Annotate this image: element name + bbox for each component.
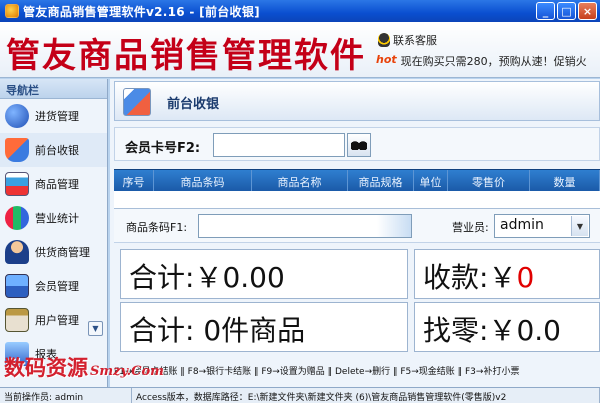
stock-icon — [5, 104, 29, 128]
column-header[interactable]: 零售价 — [448, 170, 530, 191]
change-amount: ￥0.0 — [488, 314, 561, 347]
goods-icon — [5, 172, 29, 196]
sidebar-item-supplier[interactable]: 供货商管理 — [0, 235, 107, 269]
title-bar: 管友商品销售管理软件v2.16 - [前台收银] _ □ × — [0, 0, 600, 22]
sidebar-item-goods[interactable]: 商品管理 — [0, 167, 107, 201]
page-title: 前台收银 — [167, 97, 220, 112]
stats-icon — [5, 206, 29, 230]
member-card-row: 会员卡号F2: — [114, 127, 600, 161]
barcode-input[interactable] — [198, 214, 412, 238]
promo-text: 现在购买只需280，预购从速！促销火 — [400, 55, 587, 68]
sidebar-item-label: 进货管理 — [35, 110, 79, 123]
hot-badge: hot — [376, 53, 397, 66]
item-count-label: 合计: — [129, 314, 195, 347]
barcode-row: 商品条码F1: 营业员: admin ▼ — [114, 209, 600, 243]
column-header[interactable]: 商品条码 — [154, 170, 252, 191]
sidebar-item-label: 前台收银 — [35, 144, 79, 157]
items-table-body[interactable] — [114, 191, 600, 209]
sidebar-item-label: 供货商管理 — [35, 246, 90, 259]
member-search-button[interactable] — [347, 133, 371, 157]
member-card-label: 会员卡号F2: — [125, 141, 201, 156]
sidebar-item-stats[interactable]: 营业统计 — [0, 201, 107, 235]
clerk-select[interactable]: admin ▼ — [494, 214, 590, 238]
sidebar-item-label: 会员管理 — [35, 280, 79, 293]
customer-service-link[interactable]: 联系客服 — [378, 32, 437, 48]
received-label: 收款: — [423, 261, 489, 294]
sidebar-item-member[interactable]: 会员管理 — [0, 269, 107, 303]
window-controls: _ □ × — [536, 2, 597, 20]
column-header[interactable]: 数量 — [530, 170, 600, 191]
total-amount: ￥0.00 — [194, 261, 285, 294]
sidebar: 导航栏 进货管理 前台收银 商品管理 营业统计 供货商管理 会员管理 用户管理 … — [0, 79, 108, 387]
binoculars-icon — [351, 140, 367, 150]
column-header[interactable]: 商品名称 — [252, 170, 348, 191]
column-header[interactable]: 商品规格 — [348, 170, 414, 191]
clerk-label: 营业员: — [452, 221, 489, 234]
sidebar-scroll-down-button[interactable]: ▼ — [88, 321, 103, 336]
barcode-label: 商品条码F1: — [126, 221, 188, 234]
close-button[interactable]: × — [578, 2, 597, 20]
watermark: 数码资源 Smzy.Com — [4, 352, 164, 382]
shortcut-hints: F1→会员卡结账 ‖ F8→银行卡结账 ‖ F9→设置为赠品 ‖ Delete→… — [110, 362, 600, 378]
column-header[interactable]: 单位 — [414, 170, 448, 191]
item-count-value: 0件商品 — [203, 314, 306, 347]
cart-icon — [5, 138, 29, 162]
clerk-value: admin — [500, 217, 544, 233]
promo-banner: hot 现在购买只需280，预购从速！促销火 — [376, 53, 587, 69]
status-bar: 当前操作员: admin Access版本，数据库路径：E:\新建文件夹\新建文… — [0, 387, 600, 403]
sidebar-item-label: 商品管理 — [35, 178, 79, 191]
user-icon — [5, 308, 29, 332]
supplier-icon — [5, 240, 29, 264]
qq-icon — [378, 33, 390, 47]
sidebar-item-stock[interactable]: 进货管理 — [0, 99, 107, 133]
cart-icon — [123, 88, 151, 116]
checkout-panel: 前台收银 会员卡号F2: 序号 商品条码 商品名称 商品规格 单位 零售价 数量… — [110, 79, 600, 387]
app-icon — [5, 4, 19, 18]
watermark-cn: 数码资源 — [4, 355, 88, 380]
watermark-en: Smzy.Com — [90, 364, 164, 379]
change-panel: 找零:￥0.0 — [414, 302, 600, 352]
total-amount-panel: 合计:￥0.00 — [120, 249, 408, 299]
received-amount[interactable]: 0 — [516, 261, 534, 294]
member-card-input[interactable] — [213, 133, 345, 157]
change-label: 找零: — [423, 314, 489, 347]
sidebar-item-label: 营业统计 — [35, 212, 79, 225]
app-header: 管友商品销售管理软件 联系客服 hot 现在购买只需280，预购从速！促销火 — [0, 22, 600, 78]
column-header[interactable]: 序号 — [114, 170, 154, 191]
chevron-down-icon[interactable]: ▼ — [571, 216, 588, 236]
sidebar-item-label: 用户管理 — [35, 314, 79, 327]
sidebar-title: 导航栏 — [0, 79, 107, 99]
status-db-path: Access版本，数据库路径：E:\新建文件夹\新建文件夹 (6)\管友商品销售… — [132, 388, 600, 403]
minimize-button[interactable]: _ — [536, 2, 555, 20]
item-count-panel: 合计: 0件商品 — [120, 302, 408, 352]
total-label: 合计: — [129, 261, 195, 294]
brand-title: 管友商品销售管理软件 — [6, 36, 366, 76]
page-header: 前台收银 — [114, 81, 600, 121]
member-icon — [5, 274, 29, 298]
window-title: 管友商品销售管理软件v2.16 - [前台收银] — [23, 4, 260, 19]
sidebar-item-checkout[interactable]: 前台收银 — [0, 133, 107, 167]
items-table-header: 序号 商品条码 商品名称 商品规格 单位 零售价 数量 — [114, 169, 600, 191]
received-panel: 收款:￥0 — [414, 249, 600, 299]
status-operator: 当前操作员: admin — [0, 388, 132, 403]
maximize-button[interactable]: □ — [557, 2, 576, 20]
received-currency: ￥ — [488, 261, 517, 294]
customer-service-label: 联系客服 — [393, 34, 437, 47]
